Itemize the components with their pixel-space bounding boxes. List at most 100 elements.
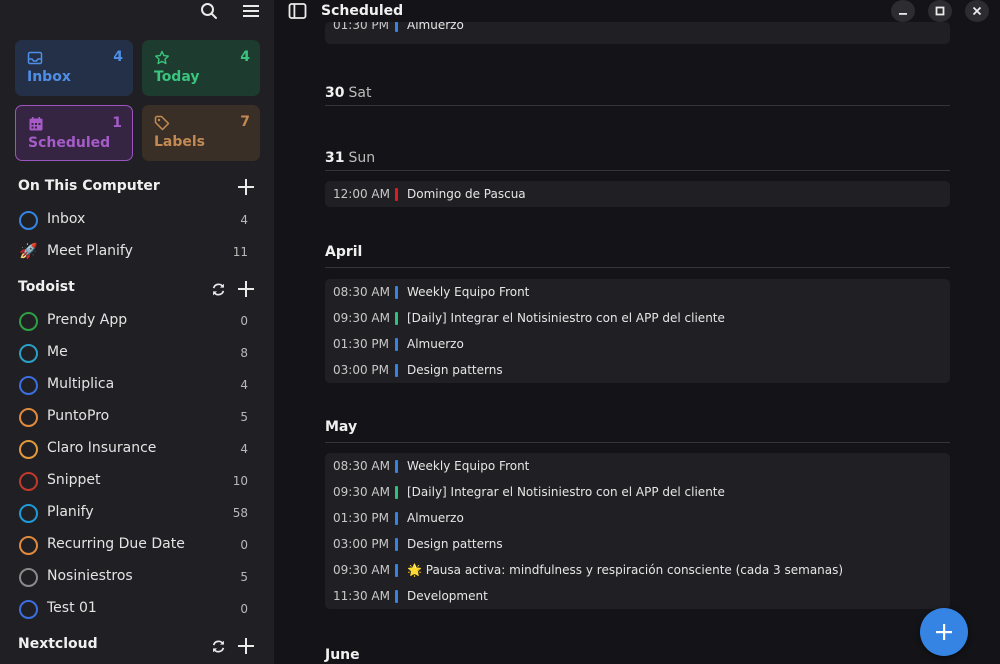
tag-icon	[154, 115, 170, 131]
project-item[interactable]: Test 01 0	[0, 595, 274, 623]
event-color-bar	[395, 486, 398, 499]
sync-todoist-button[interactable]	[208, 279, 228, 299]
project-item[interactable]: Multiplica 4	[0, 371, 274, 399]
labels-label: Labels	[154, 134, 206, 150]
toggle-sidebar-icon[interactable]	[288, 2, 308, 20]
sync-icon	[212, 640, 224, 652]
project-count: 0	[240, 314, 248, 328]
project-item[interactable]: Snippet 10	[0, 467, 274, 495]
event-row[interactable]: 08:30 AM Weekly Equipo Front	[325, 279, 950, 305]
event-time: 03:00 PM	[333, 537, 389, 551]
project-item[interactable]: Recurring Due Date 0	[0, 531, 274, 559]
event-time: 01:30 PM	[333, 22, 389, 32]
event-time: 08:30 AM	[333, 459, 390, 473]
main-content: Scheduled 01:30 PM Almuerzo 30 Sat 31 Sun …	[274, 0, 1000, 664]
project-item[interactable]: Planify 58	[0, 499, 274, 527]
rocket-icon: 🚀	[19, 242, 38, 260]
plus-icon	[238, 281, 254, 297]
event-title: Domingo de Pascua	[407, 187, 526, 201]
project-color-icon	[19, 440, 38, 459]
close-icon	[972, 6, 982, 16]
event-time: 09:30 AM	[333, 311, 390, 325]
event-row[interactable]: 09:30 AM 🌟 Pausa activa: mindfulness y re…	[325, 557, 950, 583]
event-color-bar	[395, 286, 398, 299]
inbox-filter-card[interactable]: 4 Inbox	[15, 40, 133, 96]
event-color-bar	[395, 312, 398, 325]
scheduled-count: 1	[112, 115, 122, 131]
project-color-icon	[19, 568, 38, 587]
labels-count: 7	[240, 114, 250, 130]
today-filter-card[interactable]: 4 Today	[142, 40, 260, 96]
project-count: 4	[240, 442, 248, 456]
event-title: [Daily] Integrar el Notisiniestro con el…	[407, 485, 725, 499]
sync-nextcloud-button[interactable]	[208, 636, 228, 656]
add-local-project-button[interactable]	[236, 177, 256, 197]
page-title: Scheduled	[321, 3, 404, 19]
add-nextcloud-project-button[interactable]	[236, 636, 256, 656]
inbox-icon	[27, 51, 43, 65]
month-header-june: June	[325, 647, 360, 663]
project-color-icon	[19, 504, 38, 523]
event-row[interactable]: 08:30 AM Weekly Equipo Front	[325, 453, 950, 479]
project-item[interactable]: PuntoPro 5	[0, 403, 274, 431]
event-row[interactable]: 09:30 AM [Daily] Integrar el Notisiniestr…	[325, 479, 950, 505]
project-item[interactable]: Prendy App 0	[0, 307, 274, 335]
scheduled-label: Scheduled	[28, 135, 111, 151]
close-button[interactable]	[965, 0, 989, 22]
event-group-day31: 12:00 AM Domingo de Pascua	[325, 181, 950, 207]
section-title-nextcloud: Nextcloud	[18, 636, 98, 652]
project-name: PuntoPro	[47, 408, 110, 424]
project-item[interactable]: 🚀 Meet Planify 11	[0, 238, 274, 266]
search-button[interactable]	[197, 0, 221, 22]
event-color-bar	[395, 338, 398, 351]
event-time: 12:00 AM	[333, 187, 390, 201]
search-icon	[201, 3, 217, 19]
event-row[interactable]: 01:30 PM Almuerzo	[325, 22, 950, 38]
event-title: Weekly Equipo Front	[407, 459, 530, 473]
day-header: 31 Sun	[325, 147, 950, 171]
sidebar: 4 Inbox 4 Today 1 Scheduled 7 Labels On …	[0, 0, 274, 664]
project-item[interactable]: Me 8	[0, 339, 274, 367]
project-color-icon	[19, 472, 38, 491]
project-name: Recurring Due Date	[47, 536, 185, 552]
inbox-count: 4	[113, 49, 123, 65]
project-name: Meet Planify	[47, 243, 133, 259]
event-row[interactable]: 09:30 AM [Daily] Integrar el Notisiniestr…	[325, 305, 950, 331]
sidebar-toolbar	[0, 0, 274, 24]
minimize-button[interactable]	[891, 0, 915, 22]
main-menu-button[interactable]	[239, 0, 263, 22]
event-time: 01:30 PM	[333, 511, 389, 525]
day-name: Sun	[348, 150, 376, 166]
event-time: 09:30 AM	[333, 563, 390, 577]
project-item[interactable]: Inbox 4	[0, 206, 274, 234]
project-name: Inbox	[47, 211, 86, 227]
event-row[interactable]: 01:30 PM Almuerzo	[325, 331, 950, 357]
event-color-bar	[395, 512, 398, 525]
project-color-icon	[19, 536, 38, 555]
event-row[interactable]: 11:30 AM Development	[325, 583, 950, 609]
event-color-bar	[395, 188, 398, 201]
maximize-button[interactable]	[928, 0, 952, 22]
event-title: [Daily] Integrar el Notisiniestro con el…	[407, 311, 725, 325]
project-color-icon	[19, 211, 38, 230]
event-row[interactable]: 03:00 PM Design patterns	[325, 357, 950, 383]
project-name: Prendy App	[47, 312, 128, 328]
labels-filter-card[interactable]: 7 Labels	[142, 105, 260, 161]
section-title-todoist: Todoist	[18, 279, 75, 295]
event-row[interactable]: 12:00 AM Domingo de Pascua	[325, 181, 950, 207]
project-item[interactable]: Claro Insurance 4	[0, 435, 274, 463]
inbox-label: Inbox	[27, 69, 71, 85]
add-todoist-project-button[interactable]	[236, 279, 256, 299]
project-name: Planify	[47, 504, 94, 520]
project-item[interactable]: Nosiniestros 5	[0, 563, 274, 591]
project-count: 5	[240, 570, 248, 584]
project-name: Snippet	[47, 472, 101, 488]
today-label: Today	[154, 69, 200, 85]
project-count: 4	[240, 378, 248, 392]
event-row[interactable]: 03:00 PM Design patterns	[325, 531, 950, 557]
event-time: 01:30 PM	[333, 337, 389, 351]
scheduled-filter-card[interactable]: 1 Scheduled	[15, 105, 133, 161]
add-task-button[interactable]	[920, 608, 968, 656]
event-row[interactable]: 01:30 PM Almuerzo	[325, 505, 950, 531]
day-name: Sat	[348, 85, 372, 101]
